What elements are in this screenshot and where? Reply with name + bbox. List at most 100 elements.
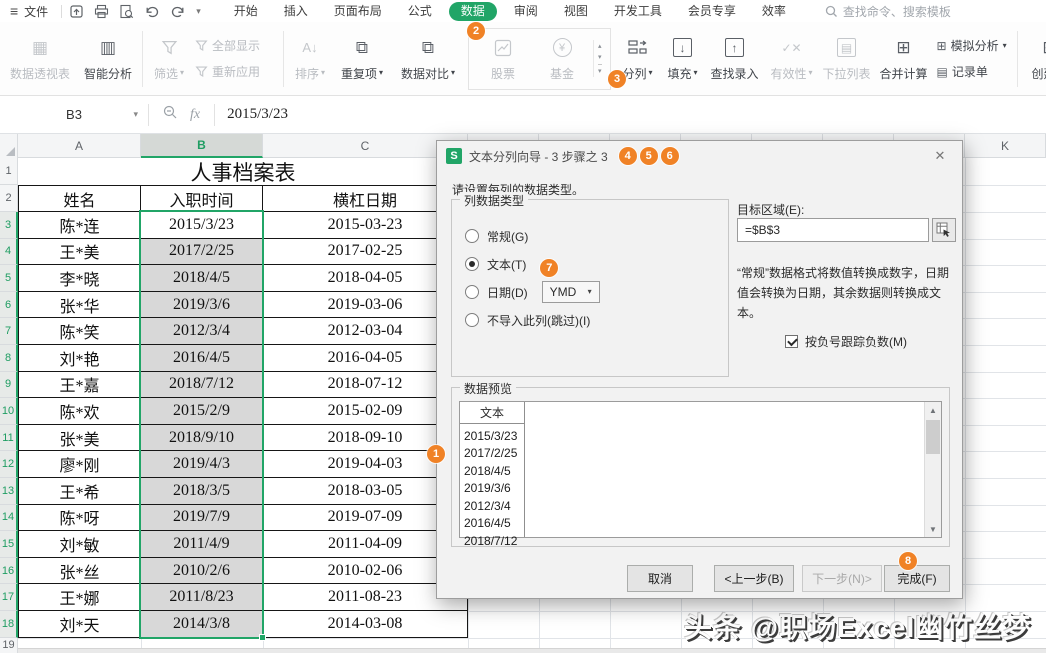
- redo-icon[interactable]: [170, 4, 186, 19]
- row-header-5[interactable]: 5: [0, 265, 18, 292]
- cell-A8[interactable]: 刘*艳: [18, 345, 141, 372]
- row-header-2[interactable]: 2: [0, 185, 18, 212]
- column-header-B[interactable]: B: [141, 134, 263, 158]
- row-header-8[interactable]: 8: [0, 345, 18, 372]
- horizontal-scrollbar[interactable]: [18, 648, 1046, 653]
- smart-analysis-button[interactable]: ▥ 智能分析: [78, 27, 138, 91]
- cell-B18[interactable]: 2014/3/8: [141, 611, 263, 638]
- radio-general[interactable]: 常规(G): [465, 222, 728, 250]
- preview-column-header[interactable]: 文本: [460, 402, 524, 424]
- target-area-input[interactable]: =$B$3: [737, 218, 929, 242]
- cell-A13[interactable]: 王*希: [18, 478, 141, 505]
- column-header-K[interactable]: K: [965, 134, 1046, 157]
- zoom-out-formula-icon[interactable]: [163, 105, 178, 125]
- cell-B15[interactable]: 2011/4/9: [141, 531, 263, 558]
- cell-B11[interactable]: 2018/9/10: [141, 425, 263, 452]
- validation-button[interactable]: ✓✕ 有效性▾: [765, 27, 819, 91]
- cell-A16[interactable]: 张*丝: [18, 558, 141, 585]
- tab-开始[interactable]: 开始: [221, 0, 271, 22]
- tab-数据[interactable]: 数据: [449, 2, 497, 21]
- row-header-16[interactable]: 16: [0, 558, 18, 585]
- tab-视图[interactable]: 视图: [551, 0, 601, 22]
- range-picker-button[interactable]: [932, 218, 956, 242]
- finish-button[interactable]: 完成(F) 8: [884, 565, 950, 592]
- row-header-11[interactable]: 11: [0, 425, 18, 452]
- row-header-19[interactable]: 19: [0, 638, 18, 653]
- cell-A18[interactable]: 刘*天: [18, 611, 141, 638]
- row-header-17[interactable]: 17: [0, 584, 18, 611]
- panel-scroll-buttons[interactable]: ▴ ▾ ▾: [593, 40, 606, 77]
- reapply-button[interactable]: 重新应用: [195, 63, 275, 80]
- name-box[interactable]: B3 ▾: [0, 96, 148, 133]
- cell-B5[interactable]: 2018/4/5: [141, 265, 263, 292]
- scrollbar-thumb[interactable]: [926, 420, 940, 454]
- export-icon[interactable]: [69, 4, 84, 19]
- tab-页面布局[interactable]: 页面布局: [321, 0, 395, 22]
- select-all-corner[interactable]: [0, 134, 18, 158]
- cell-A11[interactable]: 张*美: [18, 425, 141, 452]
- row-header-9[interactable]: 9: [0, 372, 18, 399]
- cell-C18[interactable]: 2014-03-08: [263, 611, 468, 638]
- row-header-3[interactable]: 3: [0, 212, 18, 239]
- cell-A12[interactable]: 廖*刚: [18, 451, 141, 478]
- filter-button[interactable]: 筛选▾: [147, 27, 191, 91]
- scroll-down-icon[interactable]: ▾: [598, 53, 602, 61]
- lookup-entry-button[interactable]: ↑ 查找录入: [705, 27, 765, 91]
- row-header-18[interactable]: 18: [0, 611, 18, 638]
- name-box-dropdown-icon[interactable]: ▾: [133, 110, 138, 119]
- row-header-4[interactable]: 4: [0, 239, 18, 266]
- cell-A5[interactable]: 李*晓: [18, 265, 141, 292]
- cell-A10[interactable]: 陈*欢: [18, 398, 141, 425]
- radio-skip-column[interactable]: 不导入此列(跳过)(I): [465, 306, 728, 334]
- cell-B8[interactable]: 2016/4/5: [141, 345, 263, 372]
- cell-B6[interactable]: 2019/3/6: [141, 292, 263, 319]
- pivot-table-button[interactable]: ▦ 数据透视表: [2, 27, 78, 91]
- cell-B4[interactable]: 2017/2/25: [141, 239, 263, 266]
- dialog-title-bar[interactable]: S 文本分列向导 - 3 步骤之 3 4 5 6 ✕: [437, 141, 962, 171]
- undo-icon[interactable]: [144, 4, 160, 19]
- preview-scrollbar[interactable]: ▲ ▼: [924, 402, 941, 537]
- cell-A4[interactable]: 王*美: [18, 239, 141, 266]
- data-compare-button[interactable]: ⧉ 数据对比▾: [392, 27, 464, 91]
- record-form-button[interactable]: ▤ 记录单: [937, 63, 1009, 80]
- consolidate-button[interactable]: ⊞ 合并计算: [875, 27, 933, 91]
- cell-A3[interactable]: 陈*连: [18, 212, 141, 239]
- qat-dropdown-icon[interactable]: ▾: [196, 7, 201, 16]
- cell-A1-table-title[interactable]: 人事档案表: [18, 158, 468, 185]
- radio-date[interactable]: 日期(D) YMD ▾: [465, 278, 728, 306]
- cancel-button[interactable]: 取消: [627, 565, 693, 592]
- show-all-button[interactable]: 全部显示: [195, 37, 275, 54]
- column-header-A[interactable]: A: [18, 134, 141, 157]
- create-group-button[interactable]: ⊞ 创建组: [1022, 27, 1046, 91]
- sort-button[interactable]: A↓ 排序▾: [288, 27, 332, 91]
- row-header-12[interactable]: 12: [0, 451, 18, 478]
- fill-button[interactable]: ↓ 填充▾: [661, 27, 705, 91]
- row-header-13[interactable]: 13: [0, 478, 18, 505]
- cell-A9[interactable]: 王*嘉: [18, 372, 141, 399]
- what-if-analysis-button[interactable]: ⊞ 模拟分析 ▾: [937, 37, 1009, 54]
- cell-B9[interactable]: 2018/7/12: [141, 372, 263, 399]
- fill-handle[interactable]: [259, 634, 266, 641]
- tab-效率[interactable]: 效率: [749, 0, 799, 22]
- cell-A14[interactable]: 陈*呀: [18, 505, 141, 532]
- tab-会员专享[interactable]: 会员专享: [675, 0, 749, 22]
- dropdown-list-button[interactable]: ▤ 下拉列表: [819, 27, 875, 91]
- cell-B12[interactable]: 2019/4/3: [141, 451, 263, 478]
- fx-icon[interactable]: fx: [190, 107, 200, 123]
- cell-A6[interactable]: 张*华: [18, 292, 141, 319]
- row-header-10[interactable]: 10: [0, 398, 18, 425]
- cell-B16[interactable]: 2010/2/6: [141, 558, 263, 585]
- cell-A15[interactable]: 刘*敏: [18, 531, 141, 558]
- tab-审阅[interactable]: 审阅: [501, 0, 551, 22]
- print-icon[interactable]: [94, 4, 109, 19]
- duplicates-button[interactable]: ⧉ 重复项▾: [332, 27, 392, 91]
- scroll-up-icon[interactable]: ▲: [925, 402, 941, 418]
- row-header-1[interactable]: 1: [0, 158, 18, 185]
- row-header-6[interactable]: 6: [0, 292, 18, 319]
- cell-B14[interactable]: 2019/7/9: [141, 505, 263, 532]
- cell-A2[interactable]: 姓名: [18, 185, 141, 212]
- cell-A7[interactable]: 陈*笑: [18, 318, 141, 345]
- negative-numbers-checkbox[interactable]: 按负号跟踪负数(M): [785, 333, 907, 350]
- row-header-7[interactable]: 7: [0, 318, 18, 345]
- cell-B13[interactable]: 2018/3/5: [141, 478, 263, 505]
